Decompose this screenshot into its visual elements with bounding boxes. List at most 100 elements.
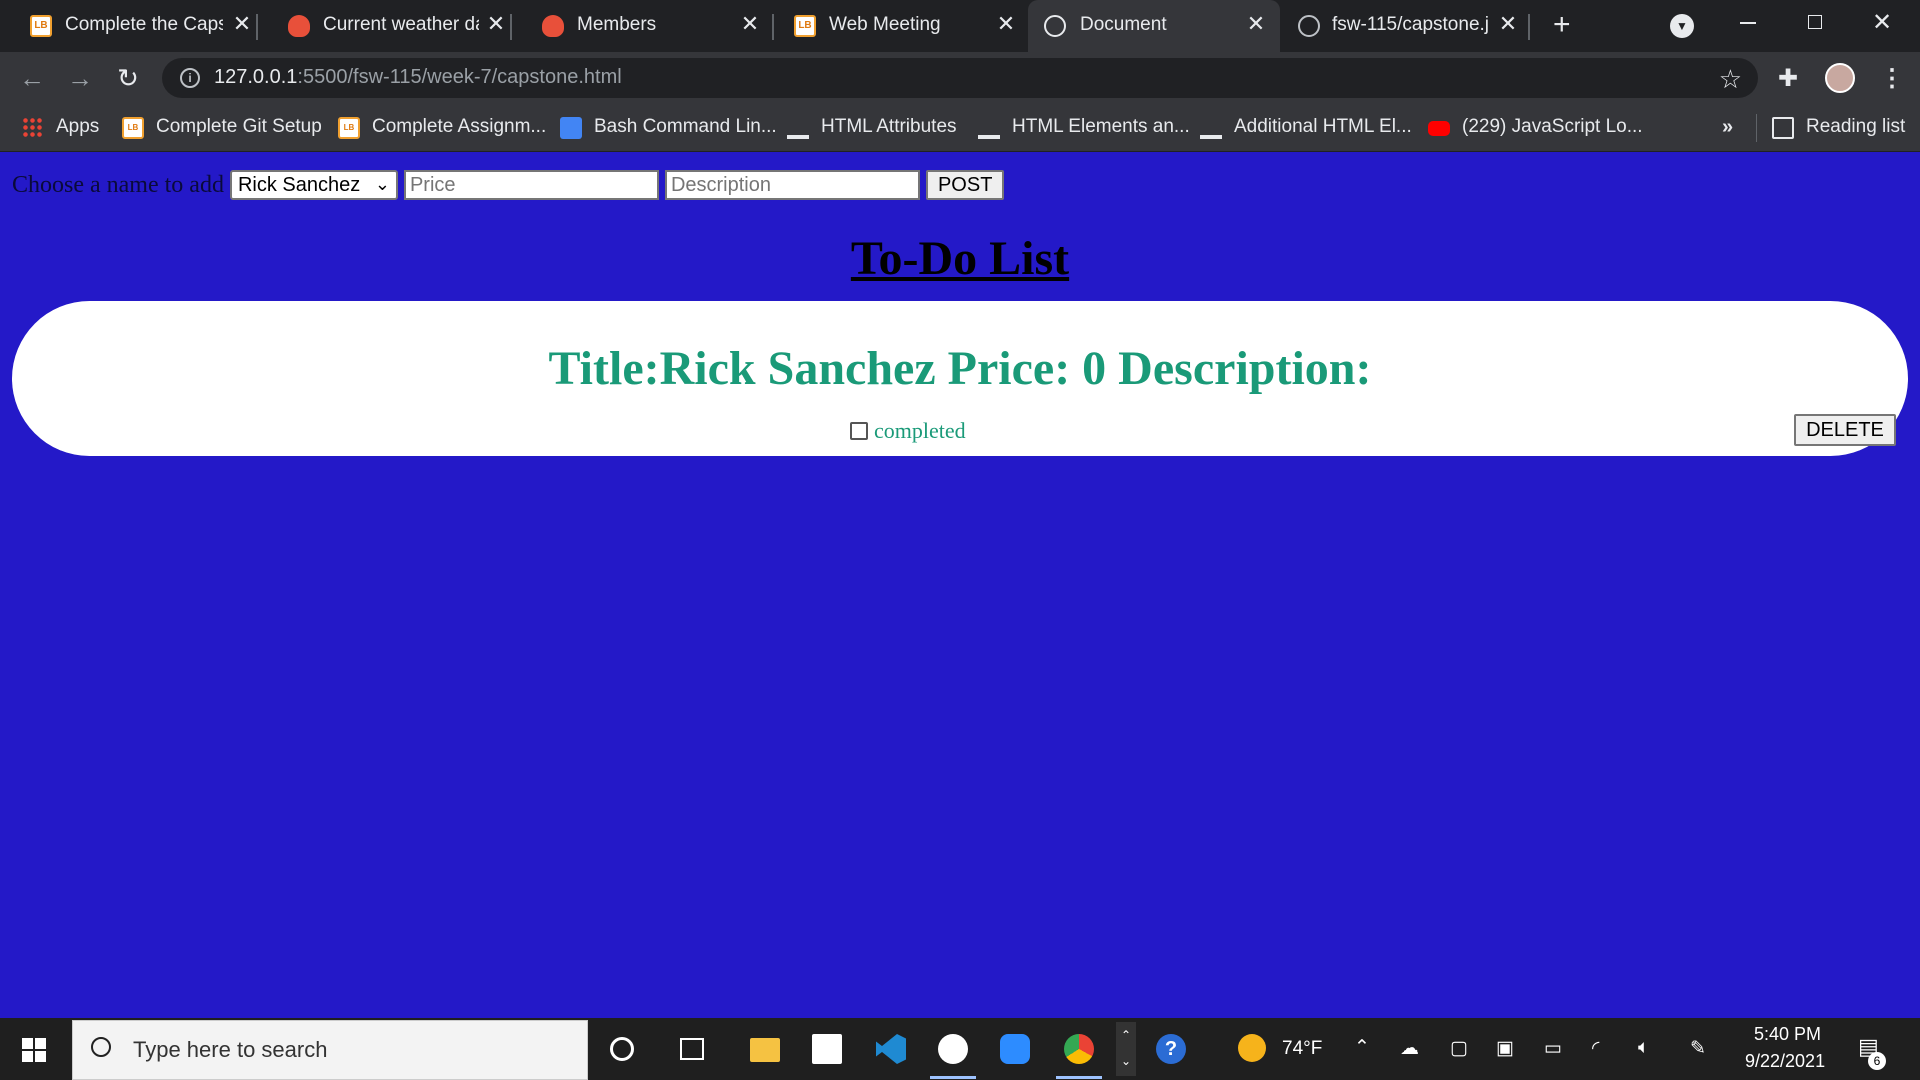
profile-avatar[interactable] bbox=[1825, 63, 1855, 93]
lb-icon bbox=[338, 117, 360, 139]
tab-title: Current weather dat bbox=[323, 14, 479, 35]
chrome-icon[interactable] bbox=[1056, 1034, 1102, 1079]
price-input[interactable]: Price bbox=[403, 170, 659, 200]
page-viewport: Choose a name to add Rick Sanchez ⌄ Pric… bbox=[0, 153, 1920, 1018]
page-title: To-Do List bbox=[850, 232, 1070, 285]
bookmark-star-icon[interactable]: ☆ bbox=[1719, 64, 1742, 95]
bookmark-page-icon bbox=[1200, 117, 1222, 139]
close-tab-icon[interactable]: ✕ bbox=[1244, 12, 1268, 36]
tab-document[interactable]: Document ✕ bbox=[1028, 0, 1280, 52]
tab-current-weather[interactable]: Current weather dat ✕ bbox=[258, 0, 512, 52]
url-host: 127.0.0.1 bbox=[214, 66, 298, 88]
close-tab-icon[interactable]: ✕ bbox=[738, 12, 762, 36]
pen-icon[interactable]: ✎ bbox=[1690, 1037, 1706, 1060]
tab-title: Members bbox=[577, 14, 657, 35]
taskbar-scroll-arrows[interactable]: ⌃ ⌄ bbox=[1116, 1022, 1136, 1076]
windows-start-icon[interactable] bbox=[22, 1038, 46, 1062]
tab-github-capstone[interactable]: fsw-115/capstone.js ✕ bbox=[1282, 0, 1530, 52]
zoom-icon[interactable] bbox=[1000, 1034, 1030, 1064]
bookmark-page-icon bbox=[978, 117, 1000, 139]
close-tab-icon[interactable]: ✕ bbox=[1496, 12, 1520, 36]
menu-kebab-icon[interactable]: ⋮ bbox=[1880, 64, 1904, 93]
close-tab-icon[interactable]: ✕ bbox=[994, 12, 1018, 36]
bookmark-label: Bash Command Lin... bbox=[594, 116, 777, 137]
completed-label: completed bbox=[874, 418, 966, 443]
file-explorer-icon[interactable] bbox=[750, 1038, 780, 1062]
clock-date[interactable]: 9/22/2021 bbox=[1745, 1051, 1825, 1072]
bookmark-label: HTML Elements an... bbox=[1012, 116, 1190, 137]
post-button[interactable]: POST bbox=[925, 170, 1005, 200]
chevron-down-icon: ⌄ bbox=[374, 174, 390, 194]
taskbar-search-input[interactable]: Type here to search bbox=[72, 1020, 588, 1080]
search-placeholder: Type here to search bbox=[133, 1037, 328, 1062]
tab-search-icon[interactable]: ▼ bbox=[1670, 14, 1694, 38]
microsoft-store-icon[interactable] bbox=[812, 1034, 842, 1064]
task-view-icon[interactable] bbox=[680, 1038, 704, 1060]
plus-icon: + bbox=[1553, 8, 1571, 41]
vscode-icon[interactable] bbox=[876, 1034, 906, 1064]
reading-list-label: Reading list bbox=[1806, 116, 1906, 137]
close-tab-icon[interactable]: ✕ bbox=[230, 12, 254, 36]
wifi-icon[interactable]: ◜ bbox=[1592, 1037, 1599, 1060]
site-info-icon[interactable]: i bbox=[180, 68, 200, 88]
restore-icon[interactable] bbox=[1808, 15, 1822, 29]
tab-complete-capstone[interactable]: Complete the Capst ✕ bbox=[0, 0, 258, 52]
clock-time[interactable]: 5:40 PM bbox=[1754, 1024, 1821, 1045]
address-bar[interactable]: i 127.0.0.1:5500/fsw-115/week-7/capstone… bbox=[162, 58, 1758, 98]
volume-icon[interactable]: 🔈︎ bbox=[1638, 1037, 1649, 1059]
bookmark-label: HTML Attributes bbox=[821, 116, 957, 137]
youtube-icon bbox=[1428, 121, 1450, 136]
show-hidden-icons-icon[interactable]: ⌃ bbox=[1354, 1036, 1370, 1059]
close-window-icon[interactable]: ✕ bbox=[1872, 8, 1892, 37]
battery-icon[interactable]: ▭ bbox=[1544, 1037, 1562, 1060]
url-text[interactable]: 127.0.0.1:5500/fsw-115/week-7/capstone.h… bbox=[214, 66, 622, 89]
completed-toggle[interactable]: completed bbox=[850, 418, 966, 444]
weather-temperature[interactable]: 74°F bbox=[1282, 1038, 1322, 1060]
slack-icon[interactable] bbox=[930, 1034, 976, 1079]
reading-list-icon bbox=[1772, 117, 1794, 139]
meet-now-icon[interactable]: ▢ bbox=[1450, 1037, 1468, 1060]
minimize-icon[interactable] bbox=[1740, 22, 1756, 24]
bookmark-label: Complete Git Setup bbox=[156, 116, 322, 137]
tab-title: Complete the Capst bbox=[65, 14, 223, 35]
bookmarks-overflow-icon[interactable]: » bbox=[1722, 116, 1733, 139]
name-select[interactable]: Rick Sanchez ⌄ bbox=[229, 170, 398, 200]
close-tab-icon[interactable]: ✕ bbox=[484, 12, 508, 36]
bookmark-page-icon bbox=[787, 117, 809, 139]
github-icon bbox=[1298, 15, 1320, 37]
apps-grid-icon bbox=[22, 117, 44, 139]
cortana-icon[interactable] bbox=[610, 1037, 634, 1061]
form-label: Choose a name to add bbox=[12, 171, 224, 198]
tab-web-meeting[interactable]: Web Meeting ✕ bbox=[764, 0, 1026, 52]
new-tab-button[interactable]: + bbox=[1545, 0, 1585, 52]
add-item-form: Choose a name to add Rick Sanchez ⌄ Pric… bbox=[12, 169, 1005, 201]
bookmark-label: Apps bbox=[56, 116, 100, 137]
tab-title: Document bbox=[1080, 14, 1167, 35]
screen-icon[interactable]: ▣ bbox=[1496, 1037, 1514, 1060]
completed-checkbox[interactable] bbox=[850, 422, 868, 440]
lb-icon bbox=[794, 15, 816, 37]
forward-arrow-icon[interactable]: → bbox=[66, 64, 94, 92]
bookmark-label: Complete Assignm... bbox=[372, 116, 547, 137]
tab-members[interactable]: Members ✕ bbox=[512, 0, 774, 52]
openweather-icon bbox=[288, 15, 310, 37]
back-arrow-icon[interactable]: ← bbox=[18, 64, 46, 92]
tab-title: fsw-115/capstone.js bbox=[1332, 14, 1488, 35]
tab-title: Web Meeting bbox=[829, 14, 941, 35]
bookmark-label: (229) JavaScript Lo... bbox=[1462, 116, 1643, 137]
onedrive-icon[interactable]: ☁ bbox=[1400, 1037, 1419, 1060]
help-icon[interactable]: ? bbox=[1156, 1034, 1186, 1064]
reload-icon[interactable]: ↻ bbox=[114, 64, 142, 92]
extensions-puzzle-icon[interactable]: ✚ bbox=[1778, 64, 1798, 93]
tab-strip: Complete the Capst ✕ Current weather dat… bbox=[0, 0, 1920, 52]
globe-icon bbox=[1044, 15, 1066, 37]
description-input[interactable]: Description bbox=[664, 170, 920, 200]
bookmark-label: Additional HTML El... bbox=[1234, 116, 1412, 137]
tab-separator bbox=[1528, 14, 1530, 40]
lb-icon bbox=[30, 15, 52, 37]
lb-icon bbox=[122, 117, 144, 139]
todo-item-title: Title:Rick Sanchez Price: 0 Description: bbox=[548, 342, 1372, 395]
search-icon bbox=[91, 1037, 111, 1057]
weather-sun-icon[interactable] bbox=[1238, 1034, 1266, 1062]
delete-button[interactable]: DELETE bbox=[1794, 414, 1896, 446]
